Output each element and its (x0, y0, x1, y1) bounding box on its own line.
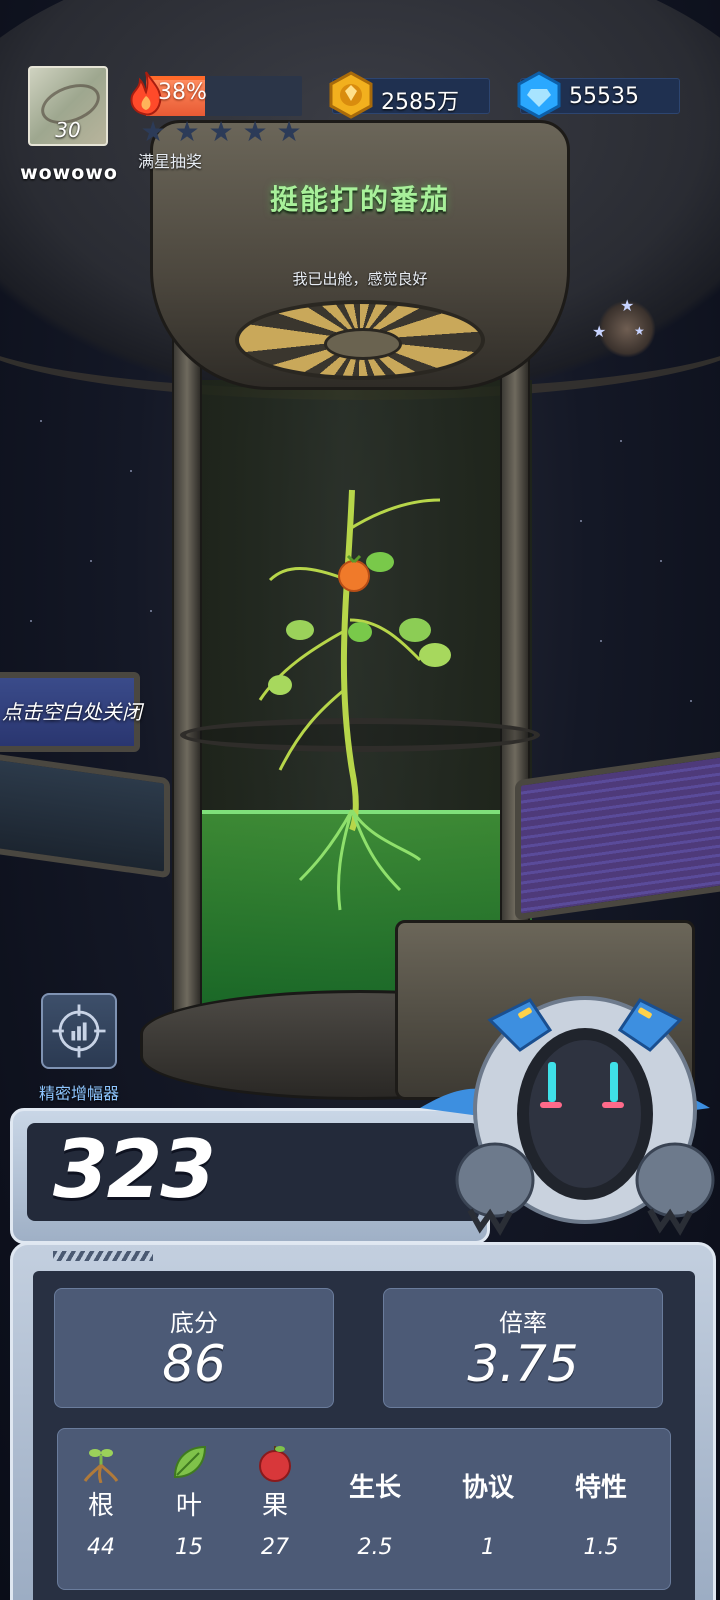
base-score-box: 底分 86 (54, 1288, 334, 1408)
sparkle-star-icon: ★ (592, 322, 607, 341)
attribute-value: 44 (87, 1535, 115, 1560)
total-score: 323 (53, 1123, 216, 1216)
coin-counter[interactable]: 2585万 (329, 71, 490, 119)
full-star-lottery-label[interactable]: 满星抽奖 (138, 148, 202, 172)
sparkle-badge[interactable]: ★ ★ ★ (592, 296, 656, 358)
star-rating: ★ ★ ★ ★ ★ (138, 118, 304, 146)
pod-vent (235, 300, 485, 380)
star-slot-icon: ★ (242, 115, 268, 148)
star-slot-icon: ★ (276, 115, 302, 148)
fire-progress-bar[interactable]: 38% (126, 70, 302, 116)
tomato-plant (258, 489, 451, 911)
attribute-value: 1.5 (583, 1535, 619, 1560)
attribute-trait: 特性 1.5 (556, 1429, 646, 1591)
attribute-fruit: 果 27 (230, 1429, 320, 1591)
star-slot-icon: ★ (174, 115, 200, 148)
crosshair-chart-icon (52, 1004, 106, 1058)
pod-pillar-left (172, 320, 202, 1020)
star-slot-icon: ★ (140, 115, 166, 148)
attribute-value: 27 (261, 1535, 289, 1560)
sparkle-star-icon: ★ (634, 324, 645, 338)
attribute-growth: 生长 2.5 (330, 1429, 420, 1591)
fruit-icon (259, 1446, 291, 1482)
attribute-table: 根 44 叶 15 果 27 生长 2.5 协议 1 特性 1.5 (57, 1428, 671, 1590)
star-slot-icon: ★ (208, 115, 234, 148)
attribute-value: 1 (481, 1535, 495, 1560)
attribute-value: 15 (175, 1535, 203, 1560)
attribute-name: 协议 (461, 1473, 514, 1503)
sparkle-star-icon: ★ (620, 296, 635, 315)
base-score-label: 底分 (170, 1309, 218, 1337)
multiplier-label: 倍率 (499, 1309, 547, 1337)
root-icon (83, 1449, 119, 1483)
fire-progress-text: 38% (158, 80, 207, 105)
tap-to-close-hint: 点击空白处关闭 (2, 700, 142, 724)
panel-stripes (53, 1251, 153, 1261)
coin-amount: 2585万 (381, 90, 459, 115)
attribute-name: 生长 (348, 1473, 401, 1503)
precision-amplifier-label: 精密增幅器 (38, 1084, 119, 1103)
attribute-root: 根 44 (56, 1429, 146, 1591)
attribute-leaf: 叶 15 (144, 1429, 234, 1591)
attribute-protocol: 协议 1 (443, 1429, 533, 1591)
multiplier-box: 倍率 3.75 (383, 1288, 663, 1408)
gold-coin-icon (329, 71, 373, 119)
attribute-name: 果 (261, 1491, 288, 1521)
attribute-name: 特性 (574, 1473, 627, 1503)
blue-gem-icon (517, 71, 561, 119)
robot-mascot (420, 996, 715, 1236)
leaf-icon (173, 1445, 207, 1479)
attribute-name: 叶 (175, 1491, 202, 1521)
base-score-value: 86 (162, 1335, 226, 1393)
attribute-value: 2.5 (357, 1535, 393, 1560)
precision-amplifier-button[interactable] (41, 993, 117, 1069)
plant-status-message: 我已出舱，感觉良好 (292, 270, 428, 288)
multiplier-value: 3.75 (467, 1335, 579, 1393)
attribute-name: 根 (87, 1491, 114, 1521)
gem-amount: 55535 (569, 84, 639, 109)
plant-name: 挺能打的番茄 (269, 183, 450, 216)
gem-counter[interactable]: 55535 (517, 71, 680, 119)
player-level: 30 (55, 118, 81, 142)
right-monitor (515, 749, 720, 921)
